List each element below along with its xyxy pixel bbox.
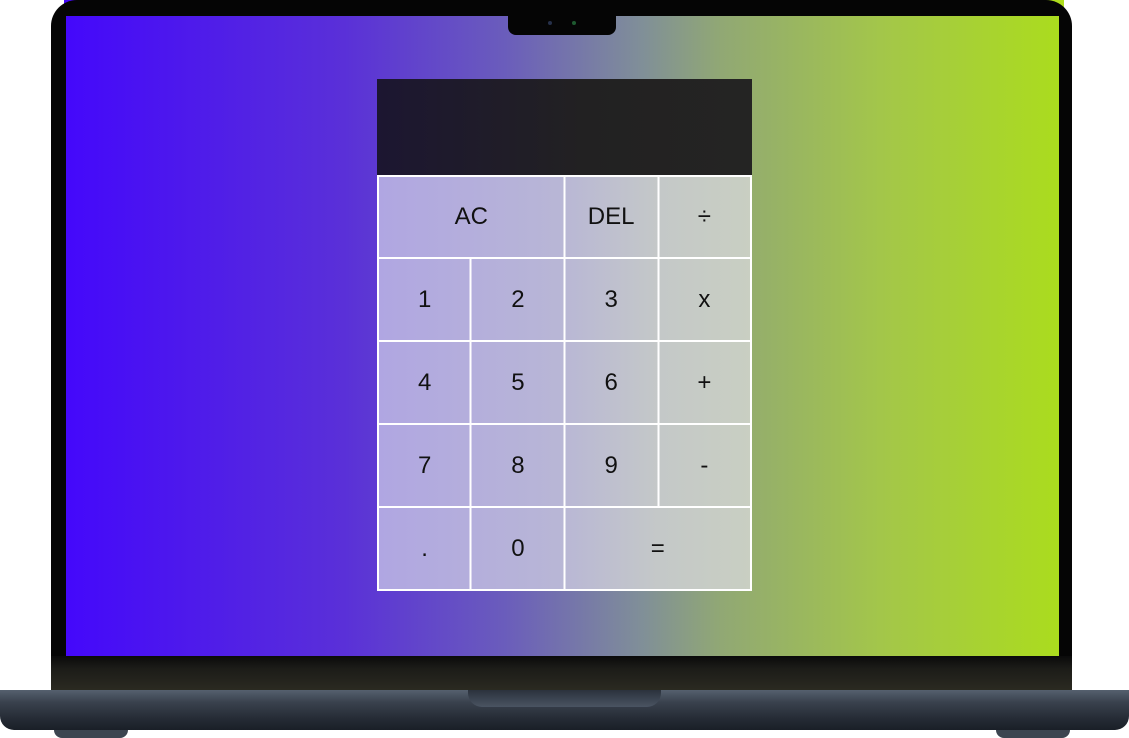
lid-opening-notch: [468, 690, 661, 707]
digit-9-button[interactable]: 9: [566, 425, 657, 506]
digit-3-button[interactable]: 3: [566, 260, 657, 341]
add-button[interactable]: +: [659, 343, 750, 424]
digit-1-button[interactable]: 1: [379, 260, 470, 341]
calculator-display: [377, 79, 752, 175]
digit-2-button[interactable]: 2: [472, 260, 563, 341]
calculator: AC DEL ÷ 1 2 3 x 4 5 6 + 7 8 9 - . 0 =: [377, 79, 752, 591]
calculator-keypad: AC DEL ÷ 1 2 3 x 4 5 6 + 7 8 9 - . 0 =: [377, 175, 752, 591]
previous-operand: [391, 89, 738, 109]
delete-button[interactable]: DEL: [566, 177, 657, 258]
digit-7-button[interactable]: 7: [379, 425, 470, 506]
all-clear-button[interactable]: AC: [379, 177, 564, 258]
laptop-foot-left: [54, 730, 128, 738]
multiply-button[interactable]: x: [659, 260, 750, 341]
camera-indicator-icon: [572, 21, 576, 25]
laptop-chin: [51, 656, 1072, 692]
digit-5-button[interactable]: 5: [472, 343, 563, 424]
camera-notch: [508, 12, 616, 35]
digit-0-button[interactable]: 0: [472, 508, 563, 589]
divide-button[interactable]: ÷: [659, 177, 750, 258]
decimal-button[interactable]: .: [379, 508, 470, 589]
digit-6-button[interactable]: 6: [566, 343, 657, 424]
laptop-foot-right: [996, 730, 1070, 738]
digit-8-button[interactable]: 8: [472, 425, 563, 506]
subtract-button[interactable]: -: [659, 425, 750, 506]
camera-lens-icon: [548, 21, 552, 25]
current-operand: [391, 109, 738, 147]
digit-4-button[interactable]: 4: [379, 343, 470, 424]
equals-button[interactable]: =: [566, 508, 751, 589]
